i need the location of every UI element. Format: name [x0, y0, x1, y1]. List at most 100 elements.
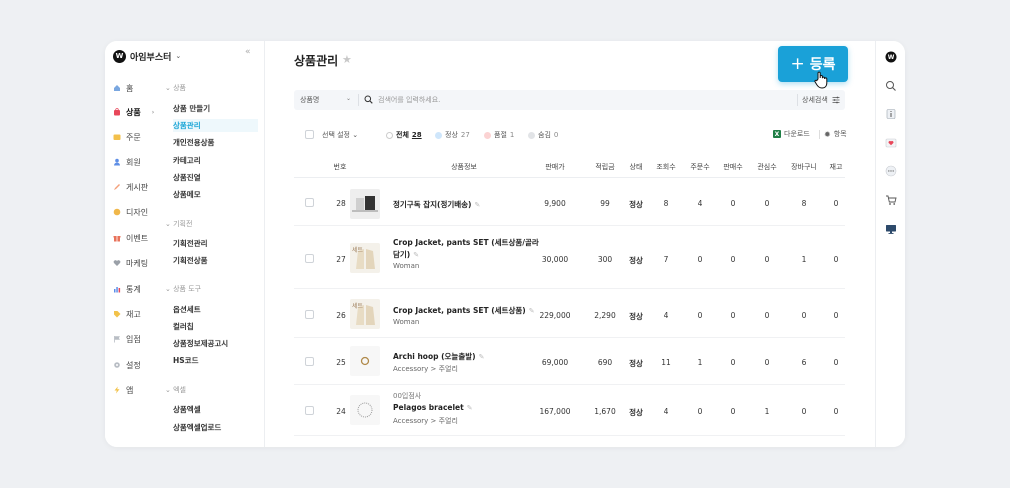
product-name-link[interactable]: 담기) ✎: [393, 249, 419, 260]
edit-pencil-icon[interactable]: ✎: [479, 353, 485, 361]
nav-item-orders[interactable]: 주문: [113, 130, 141, 144]
search-icon[interactable]: [885, 80, 897, 92]
cell-likes: 0: [764, 358, 770, 367]
product-thumbnail[interactable]: 세트: [350, 299, 380, 329]
product-name-link[interactable]: Crop Jacket, pants SET (세트상품/골라: [393, 237, 539, 248]
chat-bubble-icon[interactable]: [885, 165, 897, 177]
cell-likes: 1: [764, 407, 770, 416]
product-thumbnail[interactable]: [350, 189, 380, 219]
product-name-link[interactable]: Crop Jacket, pants SET (세트상품) ✎: [393, 305, 535, 316]
col-header-views[interactable]: 조회수: [652, 162, 680, 172]
heart-message-icon[interactable]: [885, 137, 897, 149]
filter-hidden[interactable]: 숨김 0: [528, 130, 558, 140]
filter-sliders-icon[interactable]: [832, 96, 840, 104]
edit-pencil-icon[interactable]: ✎: [467, 404, 473, 412]
col-header-product-info[interactable]: 상품정보: [434, 162, 494, 172]
product-category: Accessory > 주얼리: [393, 417, 458, 425]
subnav-item-hs-code[interactable]: HS코드: [173, 354, 198, 367]
subnav-item-color-chips[interactable]: 컬러칩: [173, 320, 194, 333]
table-row[interactable]: 28 정기구독 잡지(정기배송) ✎ 9,900 99 정상 8 4 0 0 8 …: [294, 181, 845, 226]
brand-logo-icon[interactable]: W: [885, 51, 897, 63]
product-name-link[interactable]: Pelagos bracelet ✎: [393, 403, 473, 412]
subnav-item-product-info-notice[interactable]: 상품정보제공고시: [173, 337, 228, 350]
subnav-item-product-excel[interactable]: 상품엑셀: [173, 403, 201, 416]
cell-stock: 0: [833, 199, 839, 208]
col-header-state[interactable]: 상태: [622, 162, 650, 172]
nav-item-board[interactable]: 게시판: [113, 180, 148, 194]
register-button[interactable]: + 등록: [778, 46, 848, 82]
col-header-orders[interactable]: 주문수: [686, 162, 714, 172]
nav-item-events[interactable]: 이벤트: [113, 231, 148, 245]
divider: [797, 94, 798, 106]
subnav-item-product-display[interactable]: 상품진열: [173, 171, 201, 184]
cell-no: 28: [336, 199, 346, 208]
subnav-item-private-products[interactable]: 개인전용상품: [173, 136, 214, 149]
product-thumbnail[interactable]: [350, 346, 380, 376]
table-row[interactable]: 27 세트 Crop Jacket, pants SET (세트상품/골라 담기…: [294, 227, 845, 289]
nav-item-products[interactable]: 상품 ›: [113, 105, 154, 119]
table-row[interactable]: 25 Archi hoop (오늘출발) ✎ Accessory > 주얼리 69…: [294, 339, 845, 385]
col-header-no[interactable]: 번호: [328, 162, 352, 172]
edit-pencil-icon[interactable]: ✎: [529, 307, 535, 315]
row-checkbox[interactable]: [305, 310, 314, 319]
section-header-excel[interactable]: ⌄ 엑셀: [165, 385, 186, 395]
cart-icon[interactable]: [885, 194, 897, 206]
section-header-products[interactable]: ⌄ 상품: [165, 83, 186, 93]
col-header-cart[interactable]: 장바구니: [786, 162, 822, 172]
nav-item-vendors[interactable]: 입점: [113, 332, 141, 346]
filter-all[interactable]: 전체 28: [386, 130, 422, 140]
search-input[interactable]: [378, 93, 678, 107]
subnav-item-option-sets[interactable]: 옵션세트: [173, 303, 201, 316]
bulk-settings-dropdown[interactable]: 선택 설정 ⌄: [322, 130, 358, 140]
filter-normal[interactable]: 정상 27: [435, 130, 470, 140]
nav-item-stats[interactable]: 통계: [113, 282, 141, 296]
product-category: Woman: [393, 318, 420, 326]
subnav-item-create-product[interactable]: 상품 만들기: [173, 102, 210, 115]
subnav-item-product-excel-upload[interactable]: 상품엑셀업로드: [173, 421, 221, 434]
row-checkbox[interactable]: [305, 357, 314, 366]
subnav-item-product-memo[interactable]: 상품메모: [173, 188, 201, 201]
nav-item-settings[interactable]: 설정: [113, 358, 141, 372]
advanced-search-button[interactable]: 상세검색: [802, 95, 828, 105]
product-name-link[interactable]: Archi hoop (오늘출발) ✎: [393, 351, 484, 362]
col-header-price[interactable]: 판매가: [537, 162, 573, 172]
product-thumbnail[interactable]: 세트: [350, 243, 380, 273]
subnav-item-exhibition-products[interactable]: 기획전상품: [173, 254, 208, 267]
row-checkbox[interactable]: [305, 198, 314, 207]
favorite-star-icon[interactable]: ★: [342, 53, 352, 66]
columns-button[interactable]: ✹ 항목: [824, 129, 847, 139]
product-thumbnail[interactable]: [350, 395, 380, 425]
nav-item-members[interactable]: 회원: [113, 155, 141, 169]
col-header-likes[interactable]: 관심수: [753, 162, 781, 172]
section-header-exhibitions[interactable]: ⌄ 기획전: [165, 219, 192, 229]
filter-soldout[interactable]: 품절 1: [484, 130, 514, 140]
subnav-item-product-management[interactable]: 상품관리: [173, 119, 258, 132]
subnav-item-categories[interactable]: 카테고리: [173, 154, 201, 167]
select-all-checkbox[interactable]: [305, 130, 314, 139]
home-icon: [114, 85, 120, 91]
nav-item-marketing[interactable]: 마케팅: [113, 256, 148, 270]
table-row[interactable]: 24 00입점사 Pelagos bracelet ✎ Accessory > 주…: [294, 386, 845, 436]
col-header-stock[interactable]: 재고: [824, 162, 848, 172]
section-header-product-tools[interactable]: ⌄ 상품 도구: [165, 284, 201, 294]
nav-label: 게시판: [126, 182, 149, 192]
edit-pencil-icon[interactable]: ✎: [413, 251, 419, 259]
nav-item-design[interactable]: 디자인: [113, 205, 148, 219]
search-bar: 상품명 ⌄ 상세검색: [294, 90, 845, 110]
download-button[interactable]: X 다운로드: [773, 129, 810, 139]
subnav-item-exhibition-management[interactable]: 기획전관리: [173, 237, 208, 250]
row-checkbox[interactable]: [305, 254, 314, 263]
collapse-sidebar-icon[interactable]: «: [245, 47, 251, 57]
edit-pencil-icon[interactable]: ✎: [474, 201, 480, 209]
nav-item-apps[interactable]: 앱: [113, 383, 133, 397]
monitor-icon[interactable]: [885, 223, 897, 235]
nav-item-stock[interactable]: 재고: [113, 307, 141, 321]
tag-icon: [114, 311, 121, 318]
col-header-points[interactable]: 적립금: [587, 162, 623, 172]
row-checkbox[interactable]: [305, 406, 314, 415]
nav-item-home[interactable]: 홈: [113, 81, 133, 95]
info-icon[interactable]: [885, 108, 897, 120]
product-name-link[interactable]: 정기구독 잡지(정기배송) ✎: [393, 199, 480, 210]
table-row[interactable]: 26 세트 Crop Jacket, pants SET (세트상품) ✎ Wom…: [294, 290, 845, 338]
col-header-sales[interactable]: 판매수: [719, 162, 747, 172]
